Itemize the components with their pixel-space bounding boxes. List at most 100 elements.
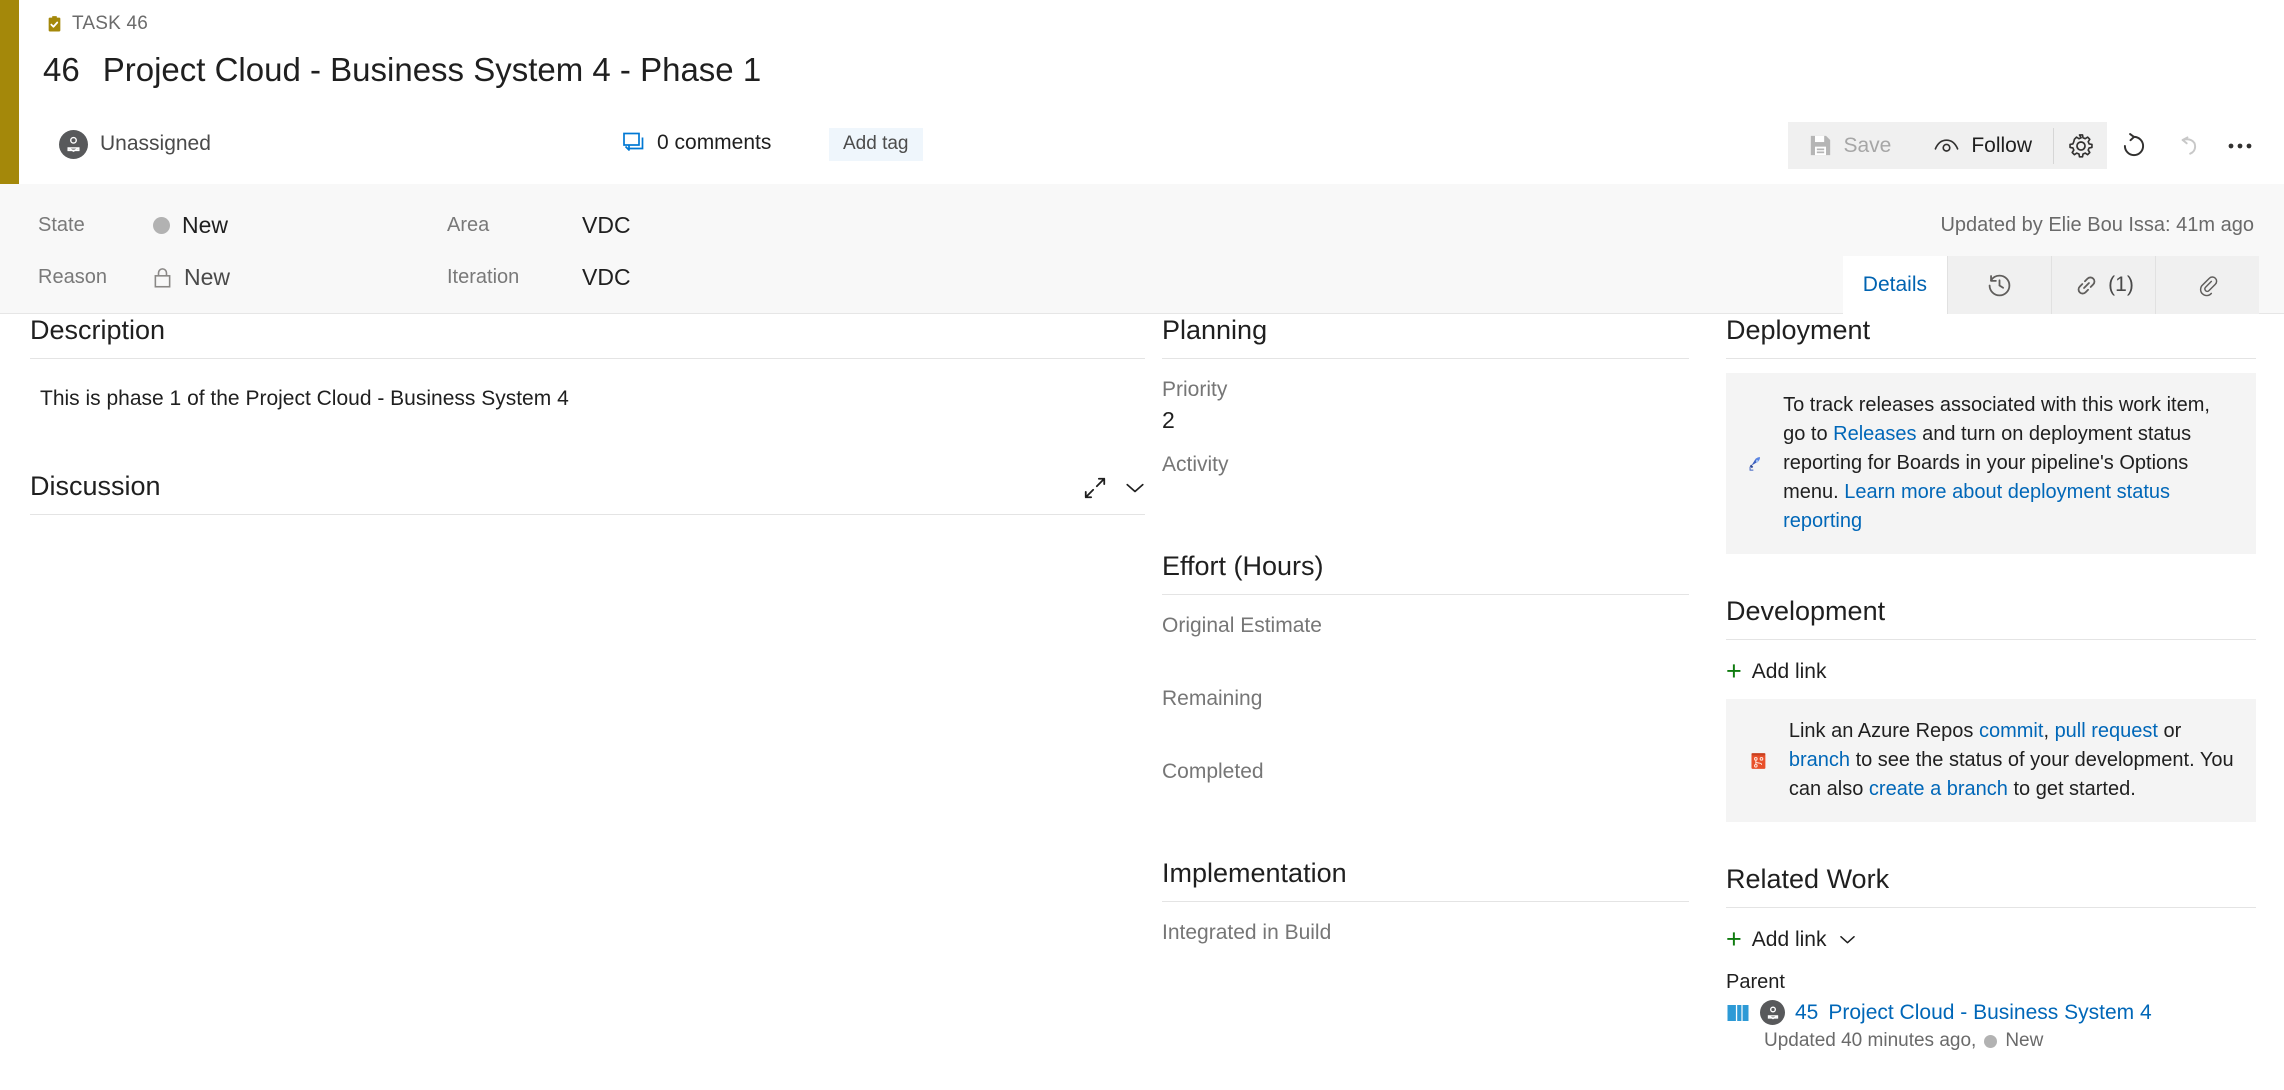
tab-details[interactable]: Details (1842, 256, 1947, 314)
branch-link[interactable]: branch (1789, 749, 1850, 771)
remaining-value[interactable] (1162, 711, 1689, 741)
create-branch-link[interactable]: create a branch (1869, 778, 2008, 800)
effort-section: Effort (Hours) Original Estimate Remaini… (1162, 551, 1689, 814)
development-add-link-button[interactable]: + Add link (1726, 640, 2256, 685)
field-iteration[interactable]: Iteration VDC (447, 264, 631, 291)
page-title: 46 Project Cloud - Business System 4 - P… (43, 51, 761, 89)
description-title: Description (30, 315, 166, 345)
field-completed[interactable]: Completed (1162, 741, 1689, 814)
field-state-label: State (38, 214, 85, 236)
description-body[interactable]: This is phase 1 of the Project Cloud - B… (30, 359, 1145, 411)
comments-count-label: 0 comments (657, 131, 772, 154)
azure-repos-icon (1751, 752, 1766, 769)
save-button[interactable]: Save (1788, 122, 1913, 169)
gear-icon (2068, 133, 2093, 158)
refresh-button[interactable] (2107, 122, 2160, 169)
history-icon (1988, 274, 2011, 296)
field-state-value[interactable]: New (153, 212, 228, 239)
deployment-empty-card: To track releases associated with this w… (1726, 373, 2256, 554)
follow-button[interactable]: Follow (1912, 122, 2053, 169)
original-estimate-label: Original Estimate (1162, 614, 1322, 637)
assignee-area[interactable]: Unassigned (59, 124, 211, 164)
revert-button[interactable] (2160, 122, 2213, 169)
related-work-item-id: 45 (1795, 1000, 1819, 1024)
pull-request-link[interactable]: pull request (2055, 720, 2158, 742)
unassigned-person-icon (1767, 1005, 1778, 1019)
unassigned-person-icon (67, 136, 80, 152)
comments-count-button[interactable]: 0 comments (619, 126, 775, 160)
priority-label: Priority (1162, 378, 1228, 401)
assignee-name: Unassigned (100, 132, 211, 155)
tab-links[interactable]: (1) (2051, 256, 2155, 314)
work-item-tabs: Details (1) (1842, 256, 2259, 314)
collapse-icon[interactable] (1125, 481, 1145, 495)
commit-link[interactable]: commit (1979, 720, 2043, 742)
planning-title: Planning (1162, 315, 1268, 345)
field-state[interactable]: State New (38, 212, 228, 239)
releases-link[interactable]: Releases (1833, 423, 1916, 445)
avatar (59, 129, 88, 159)
follow-eye-icon (1934, 139, 1959, 152)
field-reason[interactable]: Reason New (38, 264, 230, 291)
planning-section: Planning Priority 2 Activity (1162, 315, 1689, 507)
tab-attachments[interactable] (2155, 256, 2259, 314)
field-iteration-value[interactable]: VDC (582, 264, 631, 291)
related-work-add-link-button[interactable]: + Add link (1726, 908, 2256, 953)
state-text: New (182, 212, 229, 238)
deployment-empty-text: To track releases associated with this w… (1783, 391, 2234, 536)
related-work-add-link-label: Add link (1751, 927, 1827, 951)
activity-label: Activity (1162, 453, 1229, 476)
more-actions-button[interactable] (2213, 122, 2266, 169)
deployment-section: Deployment To track releases associated … (1726, 315, 2256, 554)
work-item-title[interactable]: Project Cloud - Business System 4 - Phas… (103, 51, 761, 89)
settings-button[interactable] (2054, 122, 2107, 169)
paperclip-icon (2199, 275, 2218, 296)
column-right: Deployment To track releases associated … (1726, 315, 2256, 1052)
field-area[interactable]: Area VDC (447, 212, 631, 239)
divider (30, 514, 1145, 515)
field-remaining[interactable]: Remaining (1162, 668, 1689, 741)
development-text-2: or (2157, 720, 2182, 742)
save-label: Save (1843, 133, 1892, 157)
field-iteration-label: Iteration (447, 266, 520, 288)
development-text-4: to get started. (2007, 778, 2136, 800)
related-work-title: Related Work (1726, 864, 1890, 894)
follow-group: Follow (1912, 122, 2107, 169)
field-integrated-in-build[interactable]: Integrated in Build (1162, 902, 1689, 975)
link-icon (2077, 276, 2096, 294)
field-activity[interactable]: Activity (1162, 434, 1689, 507)
tab-history[interactable] (1947, 256, 2051, 314)
field-reason-value: New (153, 264, 230, 291)
save-icon (1811, 135, 1831, 156)
field-priority[interactable]: Priority 2 (1162, 359, 1689, 434)
original-estimate-value[interactable] (1162, 638, 1689, 668)
activity-value[interactable] (1162, 477, 1689, 507)
completed-value[interactable] (1162, 784, 1689, 814)
development-text-1: Link an Azure Repos (1788, 720, 1979, 742)
breadcrumb[interactable]: TASK 46 (46, 12, 148, 36)
add-tag-button[interactable]: Add tag (829, 128, 923, 161)
expand-arrows-icon (1084, 477, 1106, 499)
implementation-title: Implementation (1162, 858, 1347, 888)
related-work-item[interactable]: 45 Project Cloud - Business System 4 (1726, 994, 2256, 1025)
field-area-label: Area (447, 214, 490, 236)
state-color-dot (1984, 1034, 1998, 1048)
field-area-value[interactable]: VDC (582, 212, 631, 239)
related-work-item-link[interactable]: Project Cloud - Business System 4 (1828, 1001, 2151, 1025)
work-item-toolbar: Save Follow (1788, 122, 2266, 169)
divider (1726, 358, 2256, 359)
development-title: Development (1726, 596, 1886, 626)
task-icon (48, 16, 61, 32)
expand-icon[interactable] (1083, 476, 1107, 500)
work-item-type-color-bar (0, 0, 19, 184)
development-empty-text: Link an Azure Repos commit, pull request… (1789, 717, 2234, 804)
priority-value[interactable]: 2 (1162, 402, 1689, 434)
tab-details-label: Details (1862, 273, 1927, 296)
assigned-to-control[interactable]: Unassigned (59, 129, 211, 159)
field-original-estimate[interactable]: Original Estimate (1162, 595, 1689, 668)
feature-book-icon (1727, 1004, 1749, 1021)
reason-text: New (184, 264, 231, 290)
related-work-item-updated: Updated 40 minutes ago, (1764, 1030, 1977, 1051)
integrated-in-build-value[interactable] (1162, 945, 1689, 975)
refresh-icon (2123, 132, 2144, 156)
